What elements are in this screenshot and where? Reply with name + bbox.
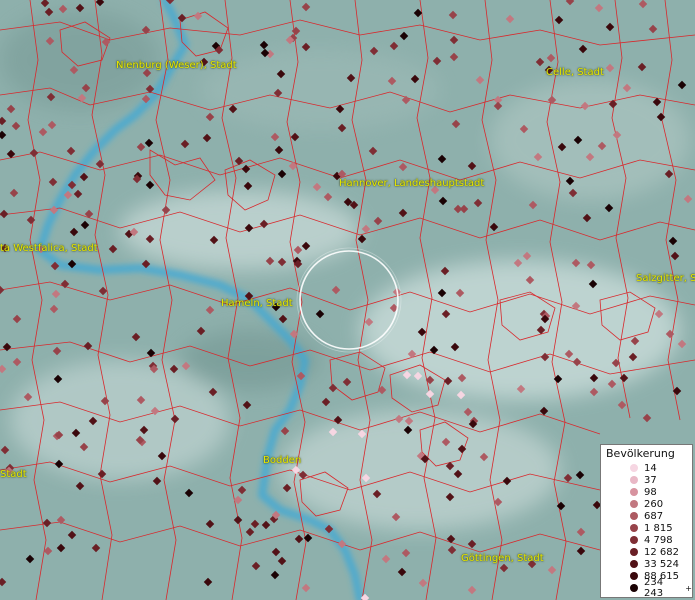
legend-swatch (630, 560, 638, 568)
legend-swatch (630, 584, 638, 592)
label-hannover: Hannover, Landeshauptstadt (339, 178, 485, 189)
legend-item: 98 (601, 486, 692, 498)
legend-swatch (630, 464, 638, 472)
legend-label: 12 682 (644, 546, 679, 558)
legend-label: 260 (644, 498, 664, 510)
legend-label: 234 243 (643, 577, 664, 599)
legend-label: 687 (644, 510, 664, 522)
legend-swatch (630, 500, 638, 508)
legend-label: 1 815 (644, 522, 673, 534)
legend-item: 260 (601, 498, 692, 510)
legend-item: 4 798 (601, 534, 692, 546)
legend-item: 12 682 (601, 546, 692, 558)
legend-label: 4 798 (644, 534, 673, 546)
legend-label: 14 (644, 462, 657, 474)
legend-item: 37 (601, 474, 692, 486)
legend-item: 687 (601, 510, 692, 522)
legend-swatch (630, 476, 638, 484)
legend-item: 234 243 + (601, 577, 692, 599)
map-view[interactable]: Nienburg (Weser), Stadt Celle, Stadt Han… (0, 0, 695, 600)
label-goettingen: Göttingen, Stadt (461, 553, 544, 564)
label-salzgitter: Salzgitter, St (636, 273, 695, 284)
legend-title: Bevölkerung (606, 447, 675, 460)
population-legend: Bevölkerung 14 37 98 260 687 1 815 4 798… (600, 444, 693, 599)
legend-swatch (630, 548, 638, 556)
legend-items: 14 37 98 260 687 1 815 4 798 12 682 33 5… (601, 462, 692, 599)
map-background (0, 0, 695, 600)
legend-item: 1 815 (601, 522, 692, 534)
legend-label: 33 524 (644, 558, 679, 570)
legend-plus: + (685, 583, 692, 593)
label-nienburg: Nienburg (Weser), Stadt (116, 60, 237, 71)
label-stadt-left: Stadt (0, 469, 27, 480)
label-hameln: Hameln, Stadt (221, 298, 293, 309)
legend-item: 14 (601, 462, 692, 474)
legend-label: 37 (644, 474, 657, 486)
legend-swatch (630, 572, 638, 580)
label-porta-westfalica: ta Westfalica, Stadt (0, 243, 98, 254)
legend-swatch (630, 488, 638, 496)
legend-item: 33 524 (601, 558, 692, 570)
label-bodden: Bodden (263, 455, 302, 466)
legend-label: 98 (644, 486, 657, 498)
label-celle: Celle, Stadt (546, 67, 604, 78)
legend-swatch (630, 512, 638, 520)
legend-swatch (630, 536, 638, 544)
legend-swatch (630, 524, 638, 532)
